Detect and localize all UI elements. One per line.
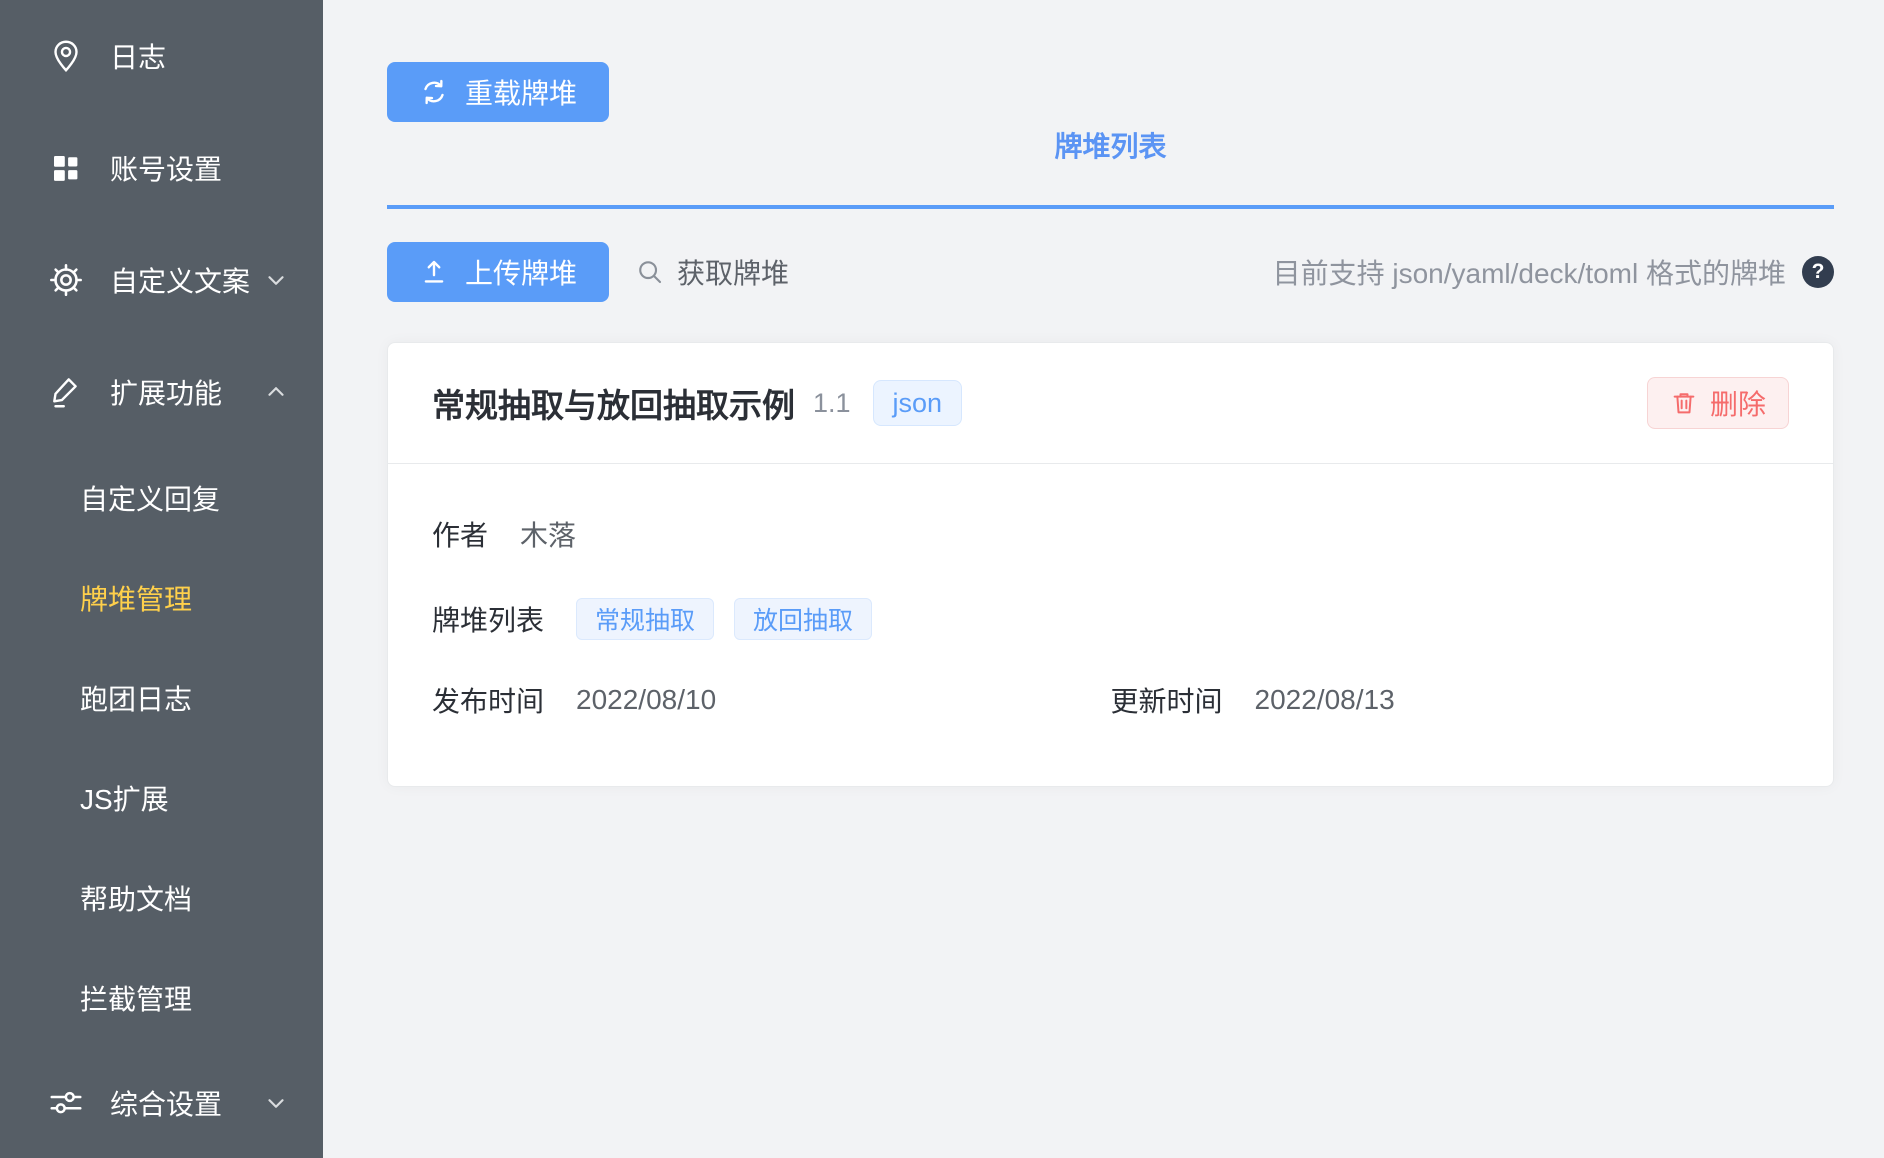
sidebar-item-label: 拦截管理 xyxy=(80,978,192,1018)
help-icon[interactable]: ? xyxy=(1802,256,1834,288)
deck-card-body: 作者 木落 牌堆列表 常规抽取 放回抽取 发布时间 2022/08/10 更新时… xyxy=(388,464,1833,786)
publish-date-col: 发布时间 2022/08/10 xyxy=(432,680,1111,720)
gear-icon xyxy=(48,262,84,298)
deck-version: 1.1 xyxy=(813,388,851,419)
sidebar-item-help-docs[interactable]: 帮助文档 xyxy=(0,848,323,948)
grid-icon xyxy=(48,150,84,186)
dates-row: 发布时间 2022/08/10 更新时间 2022/08/13 xyxy=(432,680,1789,720)
upload-deck-button[interactable]: 上传牌堆 xyxy=(387,242,609,302)
sidebar-item-logs[interactable]: 日志 xyxy=(0,0,323,112)
pen-icon xyxy=(48,374,84,410)
update-date-label: 更新时间 xyxy=(1111,680,1223,720)
sidebar-item-label: 综合设置 xyxy=(110,1083,222,1123)
sidebar-item-label: 跑团日志 xyxy=(80,678,192,718)
upload-deck-label: 上传牌堆 xyxy=(465,252,577,292)
sliders-icon xyxy=(48,1085,84,1121)
deck-actions-row: 上传牌堆 获取牌堆 目前支持 json/yaml/deck/toml 格式的牌堆… xyxy=(387,242,1834,302)
sidebar-item-extensions[interactable]: 扩展功能 xyxy=(0,336,323,448)
sidebar-item-label: 帮助文档 xyxy=(80,878,192,918)
reload-deck-button[interactable]: 重载牌堆 xyxy=(387,62,609,122)
deck-tabbar: 牌堆列表 xyxy=(387,125,1834,209)
update-date-col: 更新时间 2022/08/13 xyxy=(1111,680,1790,720)
delete-deck-button[interactable]: 删除 xyxy=(1647,377,1789,429)
sidebar-item-custom-reply[interactable]: 自定义回复 xyxy=(0,448,323,548)
refresh-icon xyxy=(419,77,449,107)
reload-deck-label: 重载牌堆 xyxy=(465,72,577,112)
sidebar-item-game-log[interactable]: 跑团日志 xyxy=(0,648,323,748)
tab-deck-list[interactable]: 牌堆列表 xyxy=(1048,125,1172,205)
sidebar-item-label: JS扩展 xyxy=(80,778,169,818)
sidebar-item-custom-text[interactable]: 自定义文案 xyxy=(0,224,323,336)
deck-tag: 常规抽取 xyxy=(576,598,714,640)
sidebar-item-account-settings[interactable]: 账号设置 xyxy=(0,112,323,224)
chevron-down-icon xyxy=(263,267,289,293)
sidebar-item-intercept-management[interactable]: 拦截管理 xyxy=(0,948,323,1048)
fetch-deck-label: 获取牌堆 xyxy=(677,252,789,292)
author-value: 木落 xyxy=(520,514,576,554)
sidebar-item-label: 扩展功能 xyxy=(110,372,222,412)
sidebar-item-label: 账号设置 xyxy=(110,148,222,188)
sidebar-item-label: 自定义回复 xyxy=(80,478,220,518)
publish-date-label: 发布时间 xyxy=(432,680,544,720)
fetch-deck-link[interactable]: 获取牌堆 xyxy=(635,252,789,292)
sidebar: 日志 账号设置 自定义文案 xyxy=(0,0,323,1158)
sidebar-item-label: 日志 xyxy=(110,36,166,76)
chevron-down-icon xyxy=(263,1090,289,1116)
upload-icon xyxy=(419,257,449,287)
sidebar-item-js-extension[interactable]: JS扩展 xyxy=(0,748,323,848)
deck-title: 常规抽取与放回抽取示例 xyxy=(432,379,795,427)
trash-icon xyxy=(1670,389,1698,417)
format-hint-text: 目前支持 json/yaml/deck/toml 格式的牌堆 xyxy=(1273,252,1786,292)
sidebar-item-deck-management[interactable]: 牌堆管理 xyxy=(0,548,323,648)
deck-tag-list: 常规抽取 放回抽取 xyxy=(576,598,872,640)
deck-list-row: 牌堆列表 常规抽取 放回抽取 xyxy=(432,598,1789,640)
format-tag-json: json xyxy=(873,380,963,426)
deck-list-label: 牌堆列表 xyxy=(432,599,544,639)
sidebar-item-label: 牌堆管理 xyxy=(80,578,192,618)
deck-tag: 放回抽取 xyxy=(734,598,872,640)
chevron-up-icon xyxy=(263,379,289,405)
delete-deck-label: 删除 xyxy=(1710,383,1766,423)
search-icon xyxy=(635,257,665,287)
deck-card-header: 常规抽取与放回抽取示例 1.1 json 删除 xyxy=(388,343,1833,464)
author-label: 作者 xyxy=(432,514,488,554)
author-row: 作者 木落 xyxy=(432,514,1789,554)
format-hint: 目前支持 json/yaml/deck/toml 格式的牌堆 ? xyxy=(1273,252,1834,292)
sidebar-item-label: 自定义文案 xyxy=(110,260,250,300)
main-content: 重载牌堆 牌堆列表 上传牌堆 获取牌堆 xyxy=(323,0,1884,787)
update-date-value: 2022/08/13 xyxy=(1255,684,1395,716)
sidebar-item-general-settings[interactable]: 综合设置 xyxy=(0,1048,323,1158)
deck-card: 常规抽取与放回抽取示例 1.1 json 删除 作者 xyxy=(387,342,1834,787)
location-pin-icon xyxy=(48,38,84,74)
publish-date-value: 2022/08/10 xyxy=(576,684,716,716)
